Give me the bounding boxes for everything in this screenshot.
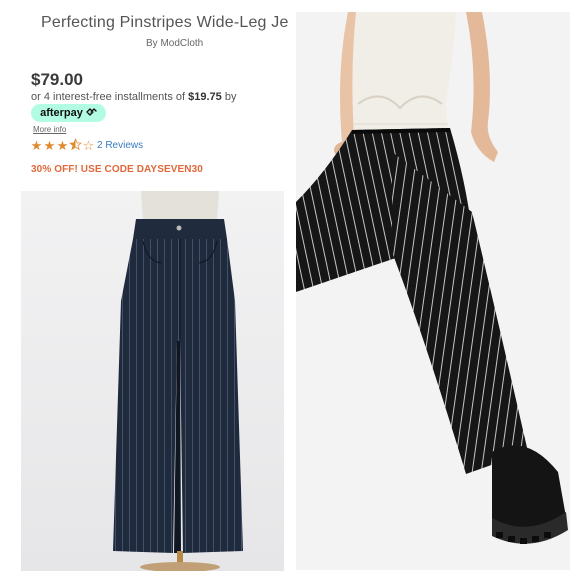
- product-panel: Perfecting Pinstripes Wide-Leg Je By Mod…: [0, 0, 290, 580]
- star-full-icon: ★: [43, 138, 56, 153]
- rating-stars[interactable]: ★ ★ ★ ☆ 2 Reviews: [30, 138, 143, 153]
- product-title[interactable]: Perfecting Pinstripes Wide-Leg Je: [41, 14, 290, 32]
- afterpay-badge[interactable]: afterpay: [31, 104, 106, 122]
- reviews-link[interactable]: 2 Reviews: [97, 140, 143, 151]
- afterpay-loop-icon: [85, 107, 97, 120]
- installments-prefix: or 4 interest-free installments of: [31, 91, 189, 103]
- installment-amount: $19.75: [188, 91, 222, 103]
- lifestyle-photo[interactable]: [296, 12, 570, 570]
- star-full-icon: ★: [56, 138, 69, 153]
- promo-code-banner: 30% OFF! USE CODE DAYSEVEN30: [31, 164, 203, 175]
- afterpay-label: afterpay: [40, 107, 83, 119]
- more-info-link[interactable]: More info: [33, 125, 66, 134]
- product-photo[interactable]: [21, 191, 284, 571]
- installments-text: or 4 interest-free installments of $19.7…: [31, 91, 236, 103]
- installments-suffix: by: [221, 91, 237, 103]
- star-half-icon: [69, 138, 82, 153]
- product-price: $79.00: [31, 70, 83, 89]
- brand-name[interactable]: By ModCloth: [146, 38, 203, 49]
- star-empty-icon: ☆: [82, 138, 95, 153]
- star-full-icon: ★: [30, 138, 43, 153]
